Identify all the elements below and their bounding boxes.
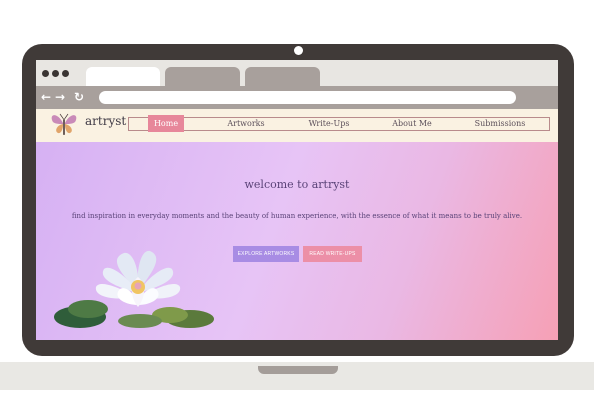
hero-subtitle: find inspiration in everyday moments and… <box>71 212 523 220</box>
website-page: artryst Home Artworks Write-Ups About Me… <box>36 109 558 340</box>
forward-arrow-icon[interactable]: → <box>55 89 65 105</box>
close-window-dot[interactable] <box>42 70 49 77</box>
window-controls[interactable] <box>42 70 69 77</box>
laptop-hinge-notch <box>258 366 338 374</box>
url-bar[interactable] <box>99 91 516 104</box>
hero-title: welcome to artryst <box>244 178 350 191</box>
maximize-window-dot[interactable] <box>62 70 69 77</box>
hero-section: welcome to artryst find inspiration in e… <box>36 142 558 340</box>
browser-toolbar: ← → ↻ <box>36 86 558 109</box>
browser-tab[interactable] <box>165 67 240 86</box>
browser-tab-active[interactable] <box>86 67 160 86</box>
nav-item-about-me[interactable]: About Me <box>386 117 438 131</box>
back-arrow-icon[interactable]: ← <box>41 89 51 105</box>
nav-item-home[interactable]: Home <box>148 115 184 132</box>
reload-icon[interactable]: ↻ <box>74 89 84 105</box>
lotus-flower-icon <box>54 250 214 328</box>
nav-item-artworks[interactable]: Artworks <box>220 117 272 131</box>
explore-artworks-button[interactable]: EXPLORE ARTWORKS <box>233 246 299 262</box>
site-logo-text[interactable]: artryst <box>85 114 126 128</box>
webcam-icon <box>294 46 303 55</box>
butterfly-icon[interactable] <box>50 111 78 137</box>
nav-item-write-ups[interactable]: Write-Ups <box>302 117 356 131</box>
read-write-ups-button[interactable]: READ WRITE-UPS <box>303 246 362 262</box>
nav-item-submissions[interactable]: Submissions <box>468 117 532 131</box>
browser-tab[interactable] <box>245 67 320 86</box>
site-navigation: artryst Home Artworks Write-Ups About Me… <box>36 109 558 142</box>
browser-tab-strip <box>36 60 558 86</box>
minimize-window-dot[interactable] <box>52 70 59 77</box>
laptop-screen: ← → ↻ artryst Home Artworks Write-Ups Ab… <box>36 60 558 340</box>
